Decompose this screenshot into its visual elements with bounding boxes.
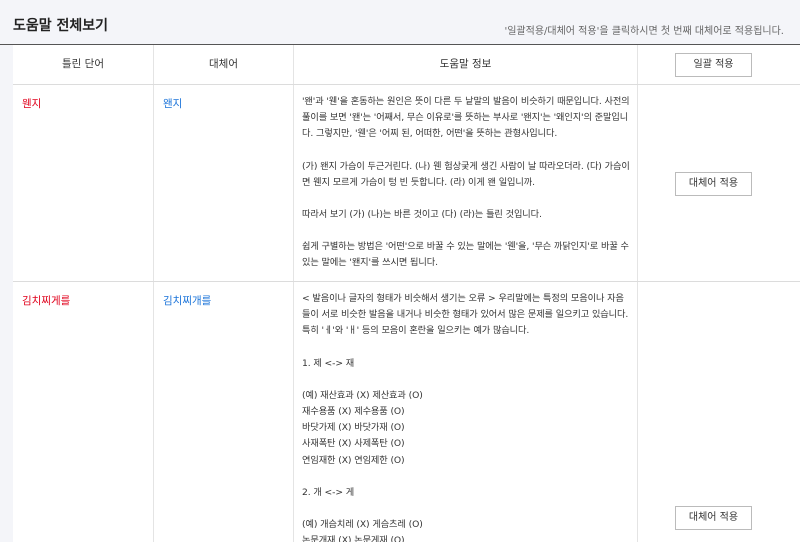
help-line: 바닷가제 (X) 바닷가재 (O)	[302, 422, 405, 434]
table-header: 틀린 단어 대체어 도움말 정보 일괄 적용	[13, 45, 800, 85]
help-paragraph: < 발음이나 글자의 형태가 비슷해서 생기는 오류 > 우리말에는 특정의 모…	[302, 293, 629, 337]
help-line: 2. 개 <-> 게	[302, 486, 355, 498]
help-line: (예) 재산효과 (X) 제산효과 (O)	[302, 389, 423, 401]
help-paragraph: (가) 왠지 가슴이 두근거린다. (나) 웬 험상궂게 생긴 사람이 날 따라…	[302, 160, 630, 188]
help-paragraph: 쉽게 구별하는 방법은 '어떤'으로 바꿀 수 있는 말에는 '웬'을, '무슨…	[302, 241, 629, 269]
help-paragraph: '왠'과 '웬'을 혼동하는 원인은 뜻이 다른 두 낱말의 발음이 비슷하기 …	[302, 96, 630, 140]
help-paragraph: 따라서 보기 (가) (나)는 바른 것이고 (다) (라)는 틀린 것입니다.	[302, 209, 542, 221]
help-line: (예) 개슴치레 (X) 게슴츠레 (O)	[302, 519, 423, 531]
apply-hint: '일괄적용/대체어 적용'을 클릭하시면 첫 번째 대체어로 적용됩니다.	[504, 26, 784, 37]
help-table: 틀린 단어 대체어 도움말 정보 일괄 적용 웬지 왠지 '왠'과 '웬'을 혼…	[13, 45, 800, 542]
apply-replacement-button[interactable]: 대체어 적용	[675, 172, 752, 196]
help-line: 사재폭탄 (X) 사제폭탄 (O)	[302, 438, 405, 450]
table-row: 김치찌게를 김치찌개를 < 발음이나 글자의 형태가 비슷해서 생기는 오류 >…	[13, 282, 800, 542]
help-line: 재수용품 (X) 제수용품 (O)	[302, 406, 405, 418]
header-replacement: 대체어	[209, 58, 238, 70]
apply-replacement-button[interactable]: 대체어 적용	[675, 506, 752, 530]
replacement-word[interactable]: 왠지	[163, 96, 182, 111]
replacement-word[interactable]: 김치찌개를	[163, 293, 211, 308]
page-title: 도움말 전체보기	[13, 18, 109, 34]
wrong-word[interactable]: 웬지	[22, 96, 41, 111]
header-wrong-word: 틀린 단어	[62, 58, 104, 70]
table-row: 웬지 왠지 '왠'과 '웬'을 혼동하는 원인은 뜻이 다른 두 낱말의 발음이…	[13, 85, 800, 282]
apply-all-button[interactable]: 일괄 적용	[675, 53, 752, 77]
help-info: < 발음이나 글자의 형태가 비슷해서 생기는 오류 > 우리말에는 특정의 모…	[302, 291, 632, 542]
header-help-info: 도움말 정보	[439, 58, 492, 70]
help-paragraph: 1. 제 <-> 재	[302, 357, 355, 369]
help-info: '왠'과 '웬'을 혼동하는 원인은 뜻이 다른 두 낱말의 발음이 비슷하기 …	[302, 94, 632, 272]
help-line: 연임재한 (X) 연임제한 (O)	[302, 454, 405, 466]
help-header: 도움말 전체보기 '일괄적용/대체어 적용'을 클릭하시면 첫 번째 대체어로 …	[0, 0, 800, 45]
wrong-word[interactable]: 김치찌게를	[22, 293, 70, 308]
help-line: 논문개재 (X) 논문게재 (O)	[302, 535, 405, 542]
